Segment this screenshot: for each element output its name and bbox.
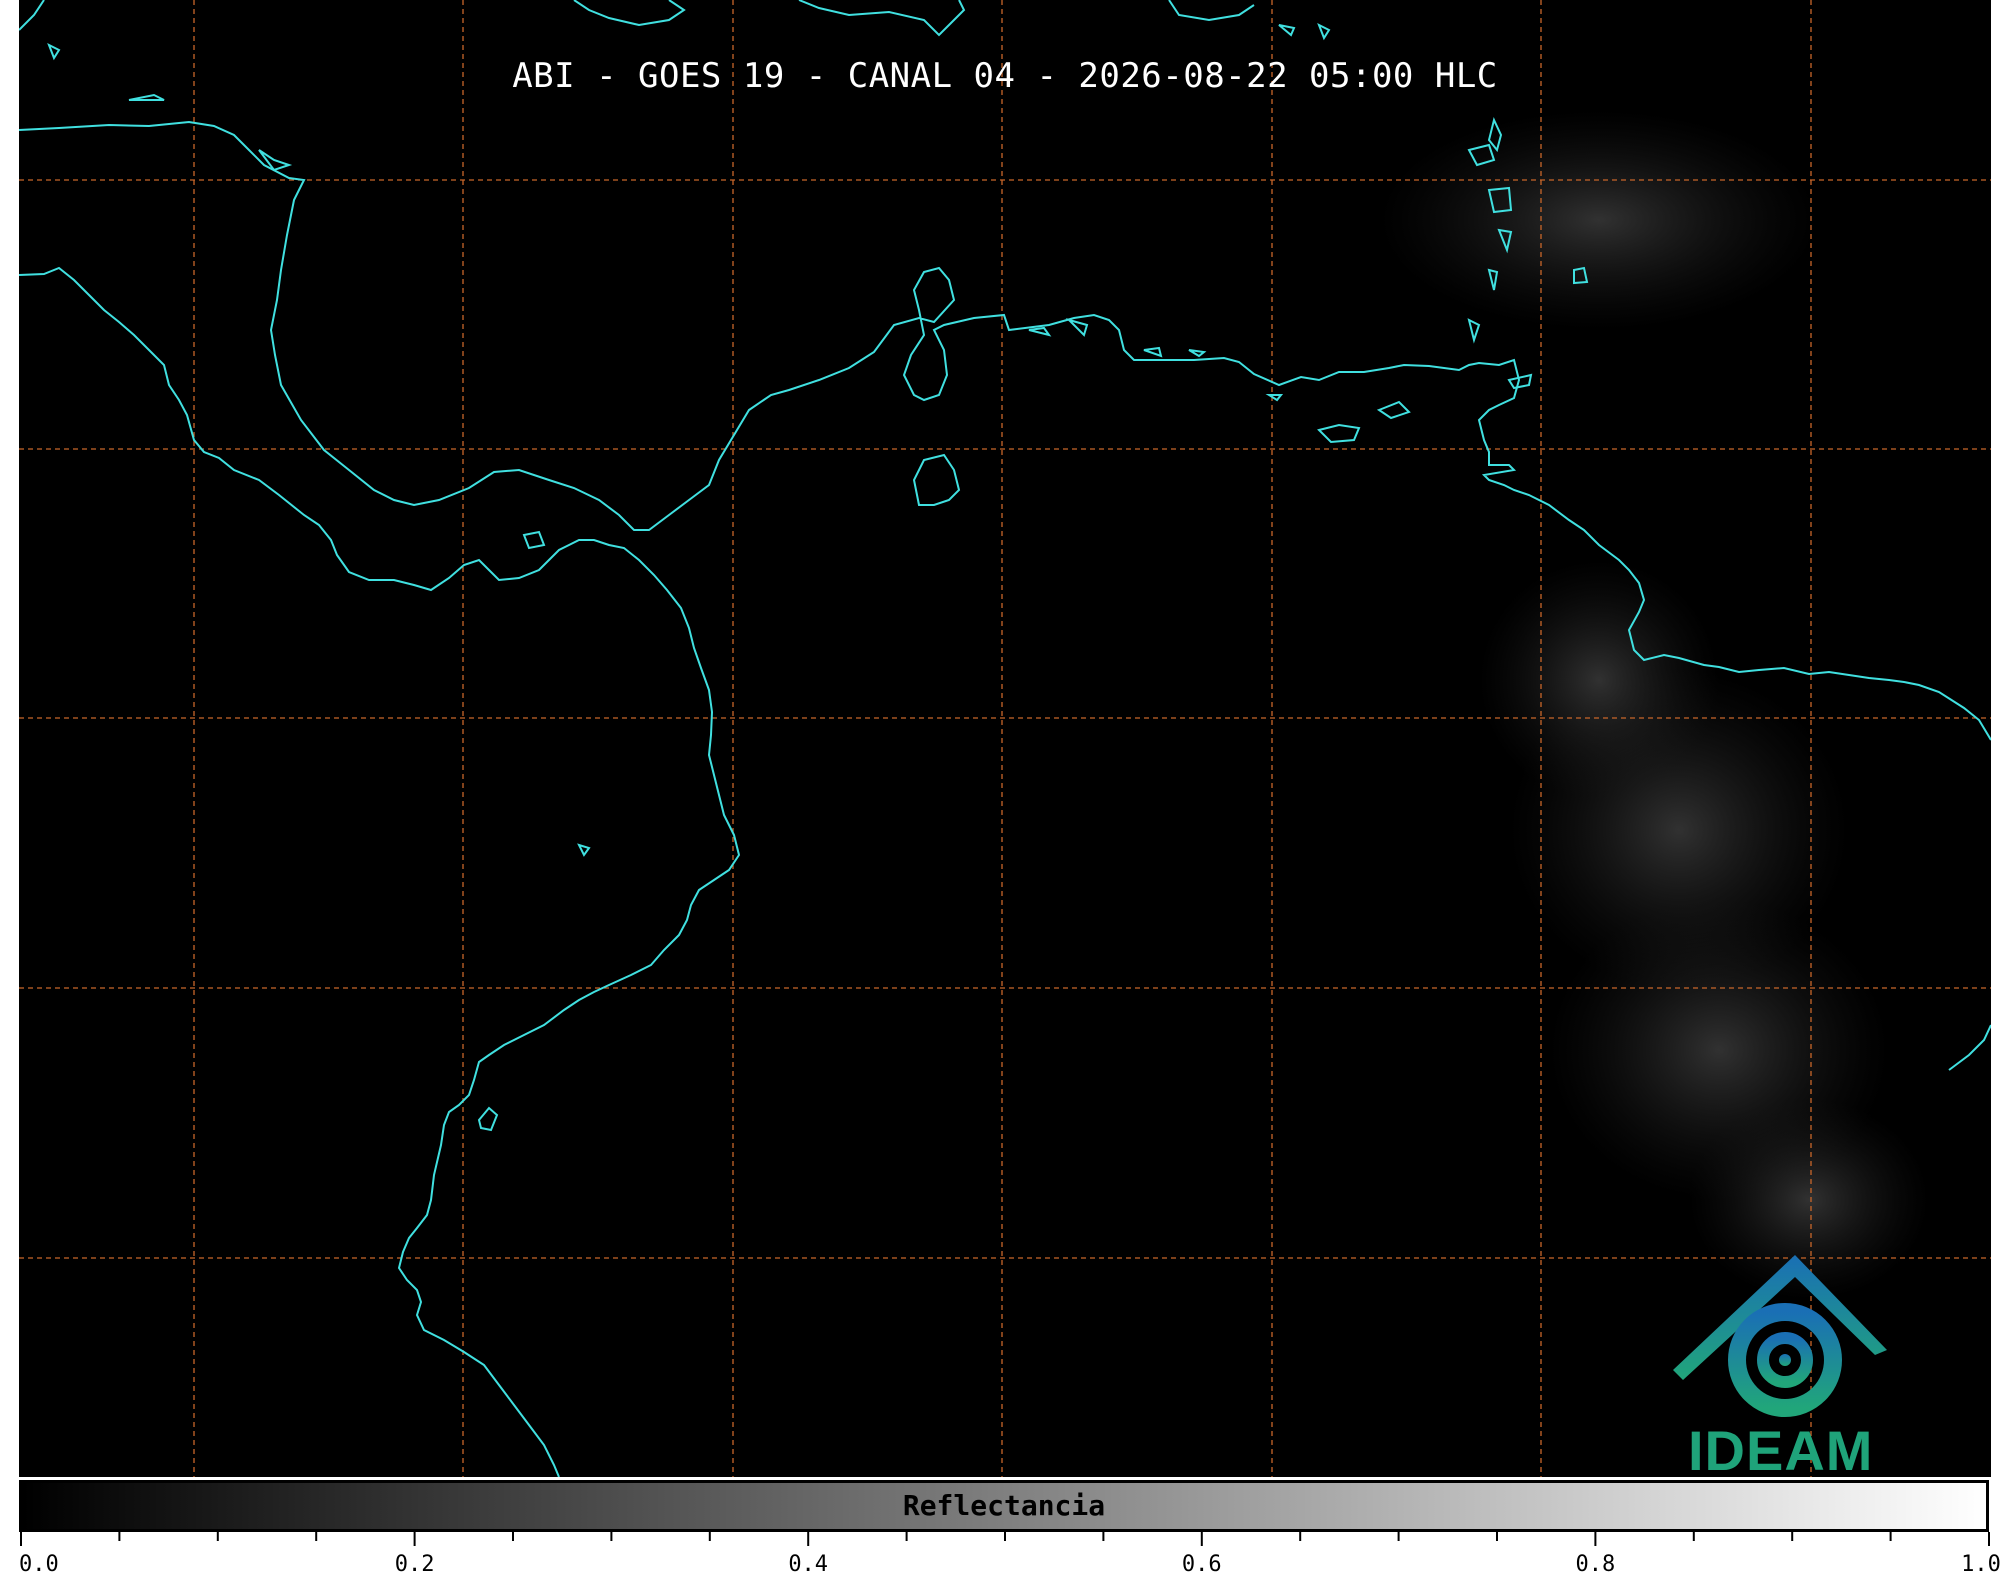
- ideam-logo-text: IDEAM: [1688, 1419, 1874, 1482]
- colorbar-tick-label: 1.0: [1961, 1552, 2001, 1577]
- colorbar-tick-label: 0.0: [19, 1552, 59, 1577]
- map-title: ABI - GOES 19 - CANAL 04 - 2026-08-22 05…: [512, 56, 1498, 96]
- colorbar-tick-label: 0.4: [788, 1552, 829, 1577]
- cloud-layer: [1379, 110, 1929, 1300]
- colorbar-label: Reflectancia: [902, 1489, 1106, 1522]
- colorbar-tick-label: 0.2: [394, 1552, 435, 1577]
- colorbar-tick-label: 0.8: [1575, 1552, 1616, 1577]
- colorbar: Reflectancia: [19, 1480, 1989, 1532]
- colorbar-tick-label: 0.6: [1181, 1552, 1222, 1577]
